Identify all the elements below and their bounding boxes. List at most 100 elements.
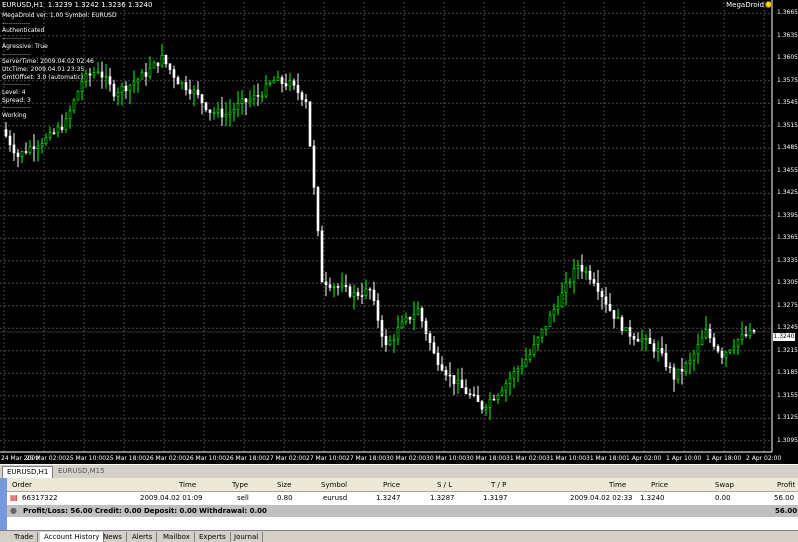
order-price: 1.3247 (376, 494, 401, 502)
candle-body (584, 270, 588, 273)
candle-body (256, 95, 260, 97)
candle-body (120, 85, 124, 93)
candle-body (592, 279, 596, 284)
header-close-price[interactable]: Price (651, 481, 668, 489)
price-tick-label: 1.3635 (777, 31, 798, 39)
candle-body (220, 108, 224, 118)
candle-body (24, 151, 28, 153)
candle-body (676, 368, 680, 380)
candle-body (112, 83, 116, 97)
candle-body (468, 393, 472, 396)
candle-body (748, 329, 752, 337)
candle-body (300, 92, 304, 100)
current-price-label: 1.3240 (773, 333, 795, 341)
candle-body (664, 352, 668, 368)
candle-body (636, 338, 640, 342)
candle-body (660, 348, 664, 354)
candle-body (688, 359, 692, 364)
candle-body (152, 62, 156, 69)
tab-eurusd-m15[interactable]: EURUSD,M15 (54, 466, 109, 477)
order-profit: 56.00 (774, 494, 795, 502)
candle-body (128, 84, 132, 92)
candle-body (20, 151, 24, 157)
price-tick-label: 1.3605 (777, 54, 798, 62)
candle-body (124, 85, 128, 92)
candle-body (8, 135, 12, 146)
candle-body (508, 377, 512, 384)
candle-body (324, 281, 328, 286)
header-order[interactable]: Order (12, 481, 32, 489)
candle-body (404, 316, 408, 322)
price-tick-label: 1.3665 (777, 9, 798, 17)
time-tick-label: 27 Mar 10:00 (306, 455, 347, 462)
candle-body (28, 146, 32, 153)
header-type[interactable]: Type (232, 481, 248, 489)
price-tick-label: 1.3185 (777, 369, 798, 377)
candle-body (632, 336, 636, 340)
candle-body (316, 187, 320, 232)
info-line: GmtOffset: 3.0 (automatic) (2, 73, 84, 81)
header-close-time[interactable]: Time (609, 481, 626, 489)
candle-body (332, 286, 336, 288)
header-size[interactable]: Size (277, 481, 291, 489)
candle-body (40, 143, 44, 147)
candle-body (520, 365, 524, 370)
candle-body (140, 72, 144, 80)
candle-body (32, 146, 36, 149)
order-close-time: 2009.04.02 02:33 (570, 494, 633, 502)
candle-body (448, 374, 452, 377)
candle-body (136, 78, 140, 83)
candle-body (64, 118, 68, 130)
header-swap[interactable]: Swap (715, 481, 734, 489)
header-sl[interactable]: S / L (437, 481, 452, 489)
price-tick-label: 1.3215 (777, 346, 798, 354)
order-swap: 0.00 (715, 494, 731, 502)
price-tick-label: 1.3515 (777, 121, 798, 129)
candle-body (708, 329, 712, 339)
candle-body (228, 111, 232, 115)
time-tick-label: 30 Mar 18:00 (466, 455, 507, 462)
info-line: ------------- (2, 81, 31, 89)
candle-body (100, 71, 104, 78)
time-tick-label: 30 Mar 10:00 (426, 455, 467, 462)
candle-body (496, 394, 500, 400)
tab-eurusd-h1[interactable]: EURUSD,H1 (2, 466, 54, 478)
order-time: 2009.04.02 01:09 (140, 494, 203, 502)
candle-body (552, 309, 556, 316)
candlestick-plot (0, 0, 773, 453)
header-time[interactable]: Time (179, 481, 196, 489)
header-tp[interactable]: T / P (491, 481, 506, 489)
candle-body (16, 152, 20, 157)
candle-body (392, 338, 396, 341)
price-tick-label: 1.3425 (777, 189, 798, 197)
candle-body (644, 337, 648, 340)
order-type: sell (237, 494, 249, 502)
candle-body (516, 368, 520, 373)
candle-body (192, 89, 196, 94)
candle-body (532, 344, 536, 355)
candle-body (696, 344, 700, 355)
candle-body (320, 230, 324, 283)
price-chart[interactable]: EURUSD,H1 1.3239 1.3242 1.3236 1.3240 Me… (0, 0, 798, 464)
header-profit[interactable]: Profit (777, 481, 795, 489)
order-sl: 1.3287 (430, 494, 455, 502)
candle-body (284, 83, 288, 87)
header-price[interactable]: Price (383, 481, 400, 489)
candle-body (288, 80, 292, 87)
candle-body (680, 368, 684, 372)
candle-body (484, 406, 488, 410)
header-symbol[interactable]: Symbol (321, 481, 347, 489)
candle-body (620, 317, 624, 332)
price-tick-label: 1.3125 (777, 414, 798, 422)
candle-body (744, 334, 748, 337)
candle-body (48, 132, 52, 138)
candle-body (436, 352, 440, 365)
candle-body (108, 76, 112, 85)
time-tick-label: 30 Mar 02:00 (386, 455, 427, 462)
candle-body (184, 82, 188, 91)
candle-body (524, 359, 528, 367)
candle-body (224, 114, 228, 118)
time-tick-label: 26 Mar 10:00 (186, 455, 227, 462)
expert-name: MegaDroid (726, 1, 764, 9)
candle-body (564, 282, 568, 293)
